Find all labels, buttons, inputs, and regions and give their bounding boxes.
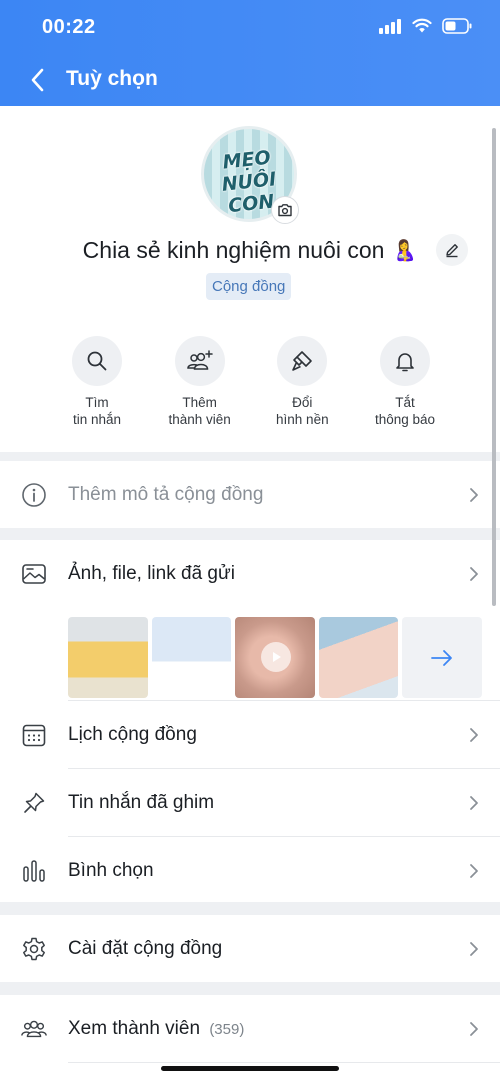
search-icon [87,351,107,371]
avatar-container[interactable]: MẸO NUÔI CON [201,126,299,224]
media-thumbnail[interactable] [235,617,315,698]
page-title: Tuỳ chọn [66,67,158,90]
status-time: 00:22 [42,16,96,38]
profile-section: MẸO NUÔI CON Chia sẻ kinh nghiệm nuôi co… [0,106,500,452]
chevron-right-icon [470,727,478,742]
scrollbar[interactable] [492,128,496,606]
row-label: Bình chọn [68,859,154,881]
chevron-right-icon [470,487,478,502]
action-circle[interactable] [277,336,328,386]
action-circle[interactable] [174,336,225,386]
app-header: 00:22 Tuỳ chọn [0,0,500,106]
gear-icon [20,935,48,963]
chevron-left-icon [31,68,44,92]
row-label: Lịch cộng đồng [68,723,197,745]
image-icon [20,560,48,588]
group-name-text: Chia sẻ kinh nghiệm nuôi con [82,237,385,264]
calendar-icon [20,721,48,749]
row-label: Cài đặt cộng đồng [68,937,223,959]
media-thumbnail[interactable] [68,617,148,698]
settings-section: Cài đặt cộng đồng [0,915,500,982]
action-add-member[interactable]: Thêm thành viên [149,336,251,428]
breastfeeding-emoji: 🤱 [392,240,418,263]
media-thumbnail[interactable] [151,617,232,698]
content-section: Ảnh, file, link đã gửi Lịch cộng đồng Ti… [0,540,500,902]
pencil-icon [446,244,458,258]
paint-brush-icon [292,351,313,371]
community-badge: Cộng đồng [206,273,292,300]
chevron-right-icon [470,566,478,581]
pin-icon [20,789,48,817]
members-count: (359) [209,1020,245,1038]
home-indicator[interactable] [161,1066,339,1071]
change-avatar-button[interactable] [271,196,299,224]
media-thumbnails [68,617,482,698]
row-label: Thêm mô tả cộng đồng [68,483,264,505]
camera-icon [278,204,292,217]
pinned-messages-row[interactable]: Tin nhắn đã ghim [0,769,500,836]
battery-icon [442,18,472,34]
community-settings-row[interactable]: Cài đặt cộng đồng [0,915,500,982]
view-members-row[interactable]: Xem thành viên (359) [0,995,500,1062]
action-circle[interactable] [379,336,430,386]
arrow-right-icon [431,649,453,666]
action-circle[interactable] [72,336,122,386]
row-label: Xem thành viên (359) [68,1018,244,1040]
action-change-background[interactable]: Đổi hình nền [251,336,353,428]
status-icons [378,18,472,34]
info-icon [20,481,48,509]
quick-actions: Tìm tin nhắn Thêm thành viên Đổi hình nề… [46,336,456,428]
add-description-row[interactable]: Thêm mô tả cộng đồng [0,461,500,528]
edit-name-button[interactable] [436,234,468,266]
action-label: Tìm tin nhắn [72,395,122,427]
poll-row[interactable]: Bình chọn [0,837,500,904]
chevron-right-icon [470,795,478,810]
chevron-right-icon [470,863,478,878]
nav-bar: Tuỳ chọn [0,62,500,98]
chevron-right-icon [470,1021,478,1036]
members-icon [20,1015,48,1043]
media-row[interactable]: Ảnh, file, link đã gửi [0,540,500,607]
wifi-icon [412,18,432,33]
action-label: Tắt thông báo [374,395,435,427]
bell-icon [396,353,414,372]
media-thumbnail[interactable] [318,617,399,698]
action-label: Đổi hình nền [276,395,329,427]
row-label: Ảnh, file, link đã gửi [68,562,235,584]
group-name: Chia sẻ kinh nghiệm nuôi con 🤱 [0,236,500,264]
chevron-right-icon [470,941,478,956]
play-icon [261,642,292,672]
add-member-icon [186,350,213,370]
action-search-messages[interactable]: Tìm tin nhắn [46,336,148,428]
row-label: Tin nhắn đã ghim [68,791,215,813]
action-mute-notifications[interactable]: Tắt thông báo [354,336,456,428]
calendar-row[interactable]: Lịch cộng đồng [0,701,500,768]
description-section: Thêm mô tả cộng đồng [0,461,500,528]
divider [68,1062,500,1063]
view-more-media-button[interactable] [402,617,482,698]
status-bar: 00:22 [0,14,500,42]
signal-icon [379,19,401,34]
members-label: Xem thành viên [68,1017,201,1039]
poll-icon [20,857,48,885]
action-label: Thêm thành viên [168,395,231,427]
back-button[interactable] [24,66,50,94]
